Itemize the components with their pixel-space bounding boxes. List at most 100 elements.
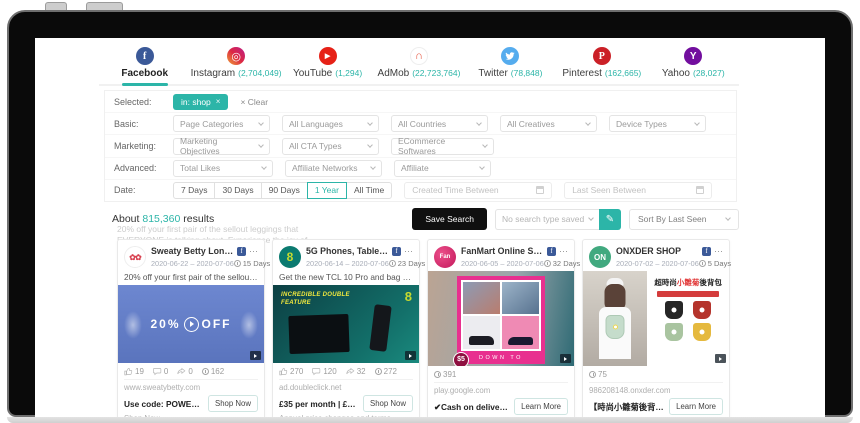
cta-button[interactable]: Learn More: [669, 398, 723, 415]
dropdown-total-likes[interactable]: Total Likes: [173, 160, 273, 177]
dropdown-value: All Creatives: [507, 119, 555, 129]
date-option-alltime[interactable]: All Time: [346, 182, 392, 199]
date-option-1year[interactable]: 1 Year: [307, 182, 347, 199]
more-menu-icon[interactable]: [714, 249, 723, 254]
advanced-label: Advanced:: [114, 163, 161, 173]
tab-twitter[interactable]: Twitter(78,848): [465, 44, 556, 84]
sort-dropdown[interactable]: Sort By Last Seen: [629, 209, 739, 230]
instagram-icon: [227, 47, 245, 65]
ee-logo-icon: 8: [405, 289, 412, 304]
tab-label: AdMob: [378, 68, 410, 79]
tab-count: (22,723,764): [412, 68, 460, 78]
card-header: ON ONXDER SHOP 2020-07-02 – 2020-07-06 5…: [583, 240, 729, 271]
share-icon: [177, 367, 186, 376]
dropdown-ecommerce-softwares[interactable]: ECommerce Softwares: [391, 138, 494, 155]
cta-button[interactable]: Shop Now: [363, 395, 413, 412]
saved-search-placeholder: No search type saved: [502, 214, 584, 224]
save-search-button[interactable]: Save Search: [412, 208, 487, 230]
tab-count: (162,665): [605, 68, 641, 78]
last-seen-input[interactable]: Last Seen Between: [564, 182, 712, 199]
tab-label: Pinterest: [562, 68, 601, 79]
ad-creative-image[interactable]: 20% OFF: [118, 285, 264, 363]
dropdown-creatives[interactable]: All Creatives: [500, 115, 597, 132]
more-menu-icon[interactable]: [559, 249, 568, 254]
dropdown-cta-types[interactable]: All CTA Types: [282, 138, 379, 155]
ad-creative-image[interactable]: INCREDIBLE DOUBLEFEATURE 8: [273, 285, 419, 363]
calendar-icon: [696, 186, 704, 194]
advertiser-title[interactable]: FanMart Online Shopping - F...: [461, 246, 544, 256]
saved-search-dropdown[interactable]: No search type saved ✎: [495, 209, 621, 230]
filter-row-basic: Basic: Page Categories All Languages All…: [105, 112, 736, 134]
ad-text: Get the new TCL 10 Pro and bag a free TC…: [273, 271, 419, 285]
tab-youtube[interactable]: YouTube(1,294): [282, 44, 373, 84]
filter-row-selected: Selected: in: shop× × Clear: [105, 91, 736, 112]
cta-button[interactable]: Shop Now: [208, 395, 258, 412]
created-time-input[interactable]: Created Time Between: [404, 182, 552, 199]
dropdown-affiliate[interactable]: Affiliate: [394, 160, 491, 177]
date-option-7days[interactable]: 7 Days: [173, 182, 215, 199]
platform-tabbar: Facebook Instagram(2,704,049) YouTube(1,…: [99, 44, 739, 86]
laptop-bezel: Facebook Instagram(2,704,049) YouTube(1,…: [7, 10, 853, 417]
dropdown-value: All CTA Types: [289, 141, 342, 151]
date-option-90days[interactable]: 90 Days: [261, 182, 308, 199]
more-menu-icon[interactable]: [404, 249, 413, 254]
dropdown-countries[interactable]: All Countries: [391, 115, 488, 132]
advertiser-logo: ON: [589, 246, 611, 268]
advertiser-title[interactable]: Sweaty Betty London | Wom...: [151, 246, 234, 256]
date-range: 2020-06-05 – 2020-07-06: [461, 259, 544, 268]
tab-count: (28,027): [693, 68, 725, 78]
clock-icon: [375, 368, 382, 375]
facebook-badge-icon: [237, 247, 246, 256]
creative-discount-text: 20%: [150, 317, 180, 331]
selected-filter-chip[interactable]: in: shop×: [173, 94, 228, 110]
dropdown-affiliate-networks[interactable]: Affiliate Networks: [285, 160, 382, 177]
like-icon: [124, 367, 133, 376]
dropdown-page-categories[interactable]: Page Categories: [173, 115, 270, 132]
facebook-badge-icon: [547, 247, 556, 256]
chevron-down-icon: [585, 120, 591, 126]
filter-row-date: Date: 7 Days 30 Days 90 Days 1 Year All …: [105, 179, 736, 201]
clock-icon: [544, 260, 551, 267]
advertiser-title[interactable]: 5G Phones, Tablets & SIMs | ...: [306, 246, 389, 256]
duration-stat: 272: [375, 367, 397, 376]
dropdown-value: Affiliate: [401, 163, 429, 173]
date-option-30days[interactable]: 30 Days: [214, 182, 261, 199]
dropdown-marketing-objectives[interactable]: Marketing Objectives: [173, 138, 270, 155]
date-range: 2020-06-22 – 2020-07-06: [151, 259, 234, 268]
pinterest-icon: [593, 47, 611, 65]
tab-facebook[interactable]: Facebook: [99, 44, 190, 84]
tab-yahoo[interactable]: Yahoo(28,027): [648, 44, 739, 84]
landing-domain: www.sweatybetty.com: [124, 379, 258, 394]
chevron-down-icon: [476, 120, 482, 126]
chip-close-icon[interactable]: ×: [216, 97, 221, 106]
tab-admob[interactable]: AdMob(22,723,764): [373, 44, 464, 84]
ad-creative-image[interactable]: DOWN TO $5: [428, 271, 574, 366]
ad-headline: ✔Cash on delivery ✔ Days fr...: [434, 402, 510, 412]
cta-button[interactable]: Learn More: [514, 398, 568, 415]
edit-pencil-icon[interactable]: ✎: [599, 209, 621, 230]
ad-headline: Use code: POWER20: [124, 399, 204, 409]
play-icon[interactable]: [184, 317, 199, 332]
chevron-down-icon: [367, 120, 373, 126]
advertiser-title[interactable]: ONXDER SHOP: [616, 246, 699, 256]
ad-results-grid: ✿✿ Sweaty Betty London | Wom... 2020-06-…: [117, 239, 730, 417]
selected-label: Selected:: [114, 97, 161, 107]
ad-text: 20% off your first pair of the sellout l…: [118, 271, 264, 285]
clear-filters-link[interactable]: × Clear: [240, 97, 268, 107]
laptop-base: [7, 417, 853, 423]
ad-description: Shop Now: [118, 414, 264, 417]
filter-row-marketing: Marketing: Marketing Objectives All CTA …: [105, 134, 736, 156]
tab-instagram[interactable]: Instagram(2,704,049): [190, 44, 281, 84]
days-running: 5 Days: [708, 259, 731, 268]
card-header: Fan FanMart Online Shopping - F... 2020-…: [428, 240, 574, 271]
dropdown-device-types[interactable]: Device Types: [609, 115, 706, 132]
clock-icon: [202, 368, 209, 375]
tab-count: (2,704,049): [238, 68, 281, 78]
card-header: ✿✿ Sweaty Betty London | Wom... 2020-06-…: [118, 240, 264, 271]
more-menu-icon[interactable]: [249, 249, 258, 254]
ad-description: Annual price changes and terms ...: [273, 414, 419, 417]
ad-creative-image[interactable]: 超時尚小雛菊後背包: [583, 271, 729, 366]
dropdown-languages[interactable]: All Languages: [282, 115, 379, 132]
tab-pinterest[interactable]: Pinterest (162,665): [556, 44, 647, 84]
clock-icon: [389, 260, 396, 267]
